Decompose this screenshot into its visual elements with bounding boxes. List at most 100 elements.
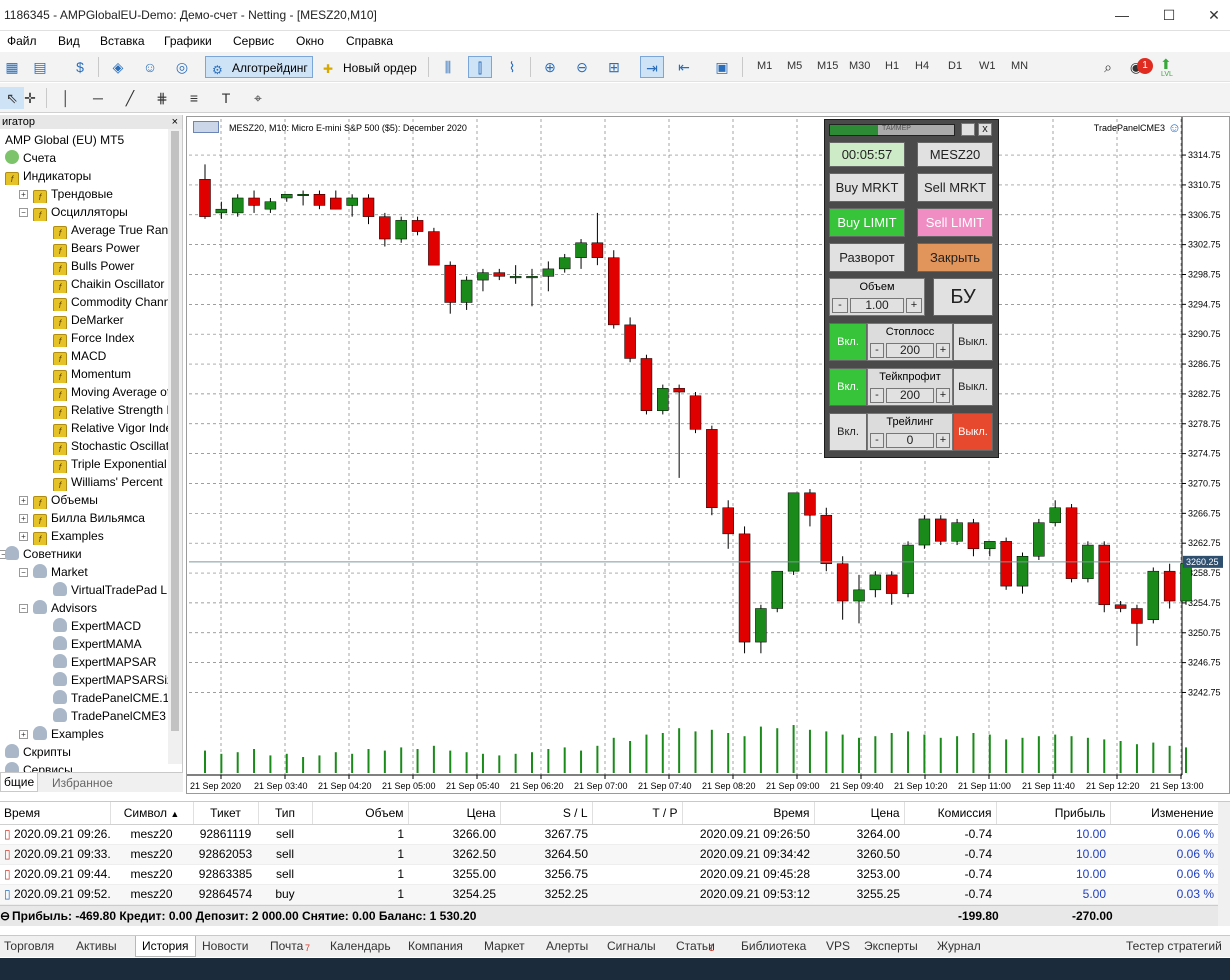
volume-input[interactable]: 1.00: [850, 298, 904, 313]
timeframe-m5[interactable]: M5: [787, 60, 802, 72]
trailing-plus-button[interactable]: +: [936, 433, 950, 448]
expand-toggle-icon[interactable]: +: [19, 514, 28, 523]
col-change[interactable]: Изменение: [1110, 802, 1219, 825]
expand-toggle-icon[interactable]: −: [19, 208, 28, 217]
search-icon[interactable]: ⌕: [1096, 56, 1120, 78]
stoploss-off-button[interactable]: Выкл.: [953, 323, 993, 361]
text-icon[interactable]: T: [214, 87, 238, 109]
navigator-item[interactable]: f Осцилляторы: [33, 203, 176, 221]
takeprofit-minus-button[interactable]: -: [870, 388, 884, 403]
navigator-item[interactable]: f Stochastic Oscillato: [53, 437, 176, 455]
navigator-item[interactable]: f Williams' Percent: [53, 473, 176, 491]
toolbox-scrollbar[interactable]: [1218, 802, 1230, 926]
volume-plus-button[interactable]: +: [906, 298, 922, 313]
navigator-item[interactable]: ExpertMAPSAR: [53, 653, 176, 671]
navigator-item[interactable]: f Bulls Power: [53, 257, 176, 275]
col-commission[interactable]: Комиссия: [904, 802, 997, 825]
expand-toggle-icon[interactable]: +: [19, 190, 28, 199]
toolbox-tab[interactable]: Торговля: [4, 939, 54, 953]
navigator-item[interactable]: Examples: [33, 725, 176, 743]
horizontal-line-icon[interactable]: ─: [86, 87, 110, 109]
chart-shift-icon[interactable]: ⇤: [672, 56, 696, 78]
navigator-item[interactable]: TradePanelCME.1.: [53, 689, 176, 707]
profiles-icon[interactable]: ▤: [28, 56, 52, 78]
zoom-out-icon[interactable]: ⊖: [570, 56, 594, 78]
expand-toggle-icon[interactable]: +: [19, 730, 28, 739]
expand-toggle-icon[interactable]: −: [19, 568, 28, 577]
zoom-in-icon[interactable]: ⊕: [538, 56, 562, 78]
navigator-close-icon[interactable]: ×: [172, 115, 178, 129]
navigator-item[interactable]: f DeMarker: [53, 311, 176, 329]
col-volume[interactable]: Объем: [312, 802, 409, 825]
navigator-item[interactable]: ExpertMACD: [53, 617, 176, 635]
navigator-item[interactable]: f MACD: [53, 347, 176, 365]
autoscroll-icon[interactable]: ⇥: [640, 56, 664, 78]
navigator-item[interactable]: f Moving Average of: [53, 383, 176, 401]
menu-help[interactable]: Справка: [346, 34, 393, 48]
menu-tools[interactable]: Сервис: [233, 34, 274, 48]
trendline-icon[interactable]: ╱: [118, 87, 142, 109]
tile-windows-icon[interactable]: ⊞: [602, 56, 626, 78]
navigator-item[interactable]: f Relative Vigor Index: [53, 419, 176, 437]
panel-close-button[interactable]: x: [978, 123, 992, 136]
crosshair-icon[interactable]: ✛: [18, 87, 42, 109]
timeframe-d1[interactable]: D1: [948, 60, 962, 72]
bar-chart-icon[interactable]: ⫼: [436, 56, 460, 78]
navigator-icon[interactable]: ☺: [138, 56, 162, 78]
navigator-item[interactable]: f Average True Range: [53, 221, 176, 239]
menu-insert[interactable]: Вставка: [100, 34, 145, 48]
table-row[interactable]: ▯ 2020.09.21 09:52... mesz20 92864574 buy 1 3…: [0, 884, 1218, 905]
line-chart-icon[interactable]: ⌇: [500, 56, 524, 78]
col-close-time[interactable]: Время: [682, 802, 815, 825]
algotrading-button[interactable]: ⚙ Алготрейдинг: [205, 56, 313, 78]
col-sl[interactable]: S / L: [500, 802, 593, 825]
navigator-item[interactable]: f Momentum: [53, 365, 176, 383]
navigator-scrollbar[interactable]: [168, 129, 182, 764]
navigator-item[interactable]: f Трендовые: [33, 185, 176, 203]
menu-file[interactable]: Файл: [7, 34, 37, 48]
shapes-icon[interactable]: ⌖: [246, 87, 270, 109]
col-tp[interactable]: T / P: [592, 802, 683, 825]
equidistant-channel-icon[interactable]: ⋕: [150, 87, 174, 109]
trailing-off-button[interactable]: Выкл.: [953, 413, 993, 451]
navigator-item[interactable]: TradePanelCME3: [53, 707, 176, 725]
timeframe-m30[interactable]: M30: [849, 60, 870, 72]
trailing-minus-button[interactable]: -: [870, 433, 884, 448]
col-ticket[interactable]: Тикет: [193, 802, 259, 825]
navigator-item[interactable]: Скрипты: [5, 743, 168, 761]
toolbox-tab[interactable]: VPS: [826, 939, 850, 953]
table-row[interactable]: ▯ 2020.09.21 09:44... mesz20 92863385 sell 1…: [0, 864, 1218, 885]
sell-limit-button[interactable]: Sell LIMIT: [917, 208, 993, 237]
navigator-item[interactable]: Советники: [5, 545, 168, 563]
navigator-item[interactable]: f Commodity Channel: [53, 293, 176, 311]
table-row[interactable]: ▯ 2020.09.21 09:26... mesz20 92861119 sell 1…: [0, 824, 1218, 845]
stoploss-plus-button[interactable]: +: [936, 343, 950, 358]
nav-tab-common[interactable]: бщие: [0, 773, 39, 792]
navigator-item[interactable]: f Bears Power: [53, 239, 176, 257]
timeframe-mn[interactable]: MN: [1011, 60, 1028, 72]
volume-minus-button[interactable]: -: [832, 298, 848, 313]
col-price[interactable]: Цена: [408, 802, 501, 825]
timeframe-h1[interactable]: H1: [885, 60, 899, 72]
buy-limit-button[interactable]: Buy LIMIT: [829, 208, 905, 237]
panel-minimize-button[interactable]: [961, 123, 975, 136]
menu-view[interactable]: Вид: [58, 34, 80, 48]
minimize-button[interactable]: —: [1100, 4, 1144, 26]
takeprofit-plus-button[interactable]: +: [936, 388, 950, 403]
toolbox-tab[interactable]: Новости: [202, 939, 248, 953]
new-order-button[interactable]: ✚ Новый ордер: [318, 56, 422, 78]
sell-market-button[interactable]: Sell MRKT: [917, 173, 993, 202]
navigator-item[interactable]: f Билла Вильямса: [33, 509, 176, 527]
breakeven-button[interactable]: БУ: [933, 278, 993, 316]
close-window-button[interactable]: ✕: [1192, 4, 1230, 26]
candlestick-chart-icon[interactable]: ⫿: [468, 56, 492, 78]
navigator-item[interactable]: f Triple Exponential: [53, 455, 176, 473]
navigator-item[interactable]: f Индикаторы: [5, 167, 168, 185]
strategy-tester-tab[interactable]: Тестер стратегий: [1126, 939, 1222, 953]
toolbox-tab[interactable]: Журнал: [937, 939, 981, 953]
trailing-on-button[interactable]: Вкл.: [829, 413, 867, 451]
expand-toggle-icon[interactable]: +: [19, 496, 28, 505]
navigator-item[interactable]: f Объемы: [33, 491, 176, 509]
nav-tab-favorites[interactable]: Избранное: [52, 776, 113, 790]
toolbox-tab[interactable]: Маркет: [484, 939, 525, 953]
